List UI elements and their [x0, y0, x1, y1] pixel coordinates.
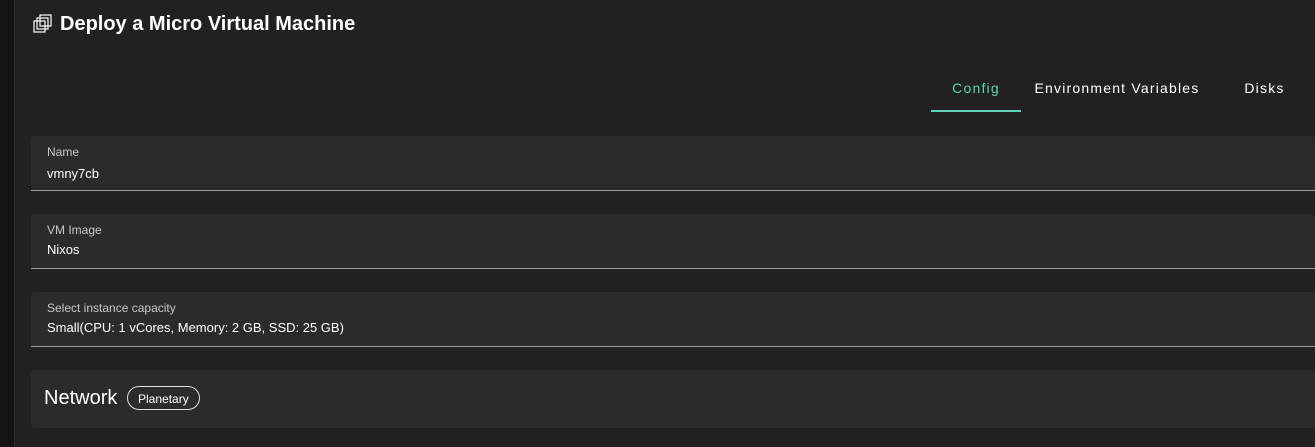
instance-capacity-select[interactable]: Select instance capacity Small(CPU: 1 vC…	[31, 292, 1315, 347]
tab-bar: Config Environment Variables Disks	[931, 64, 1315, 112]
vm-image-select[interactable]: VM Image Nixos	[31, 214, 1315, 269]
instance-capacity-label: Select instance capacity	[47, 301, 176, 315]
sidebar-edge	[0, 0, 14, 447]
tab-environment-variables[interactable]: Environment Variables	[1021, 64, 1213, 112]
network-section: Network Planetary	[31, 370, 1315, 428]
vm-stack-icon	[32, 13, 54, 35]
vm-image-label: VM Image	[47, 223, 102, 237]
name-input[interactable]	[47, 166, 1247, 181]
tab-disks[interactable]: Disks	[1213, 64, 1315, 112]
deploy-vm-panel: Deploy a Micro Virtual Machine Config En…	[14, 0, 1315, 447]
vm-image-value[interactable]: Nixos	[47, 242, 1247, 257]
page-header: Deploy a Micro Virtual Machine	[32, 12, 355, 36]
name-field[interactable]: Name	[31, 136, 1315, 191]
page-title: Deploy a Micro Virtual Machine	[60, 12, 356, 35]
name-field-label: Name	[47, 145, 80, 159]
tab-config[interactable]: Config	[931, 64, 1021, 112]
instance-capacity-value[interactable]: Small(CPU: 1 vCores, Memory: 2 GB, SSD: …	[47, 320, 1247, 335]
network-title: Network	[44, 387, 118, 409]
planetary-chip[interactable]: Planetary	[127, 386, 200, 410]
